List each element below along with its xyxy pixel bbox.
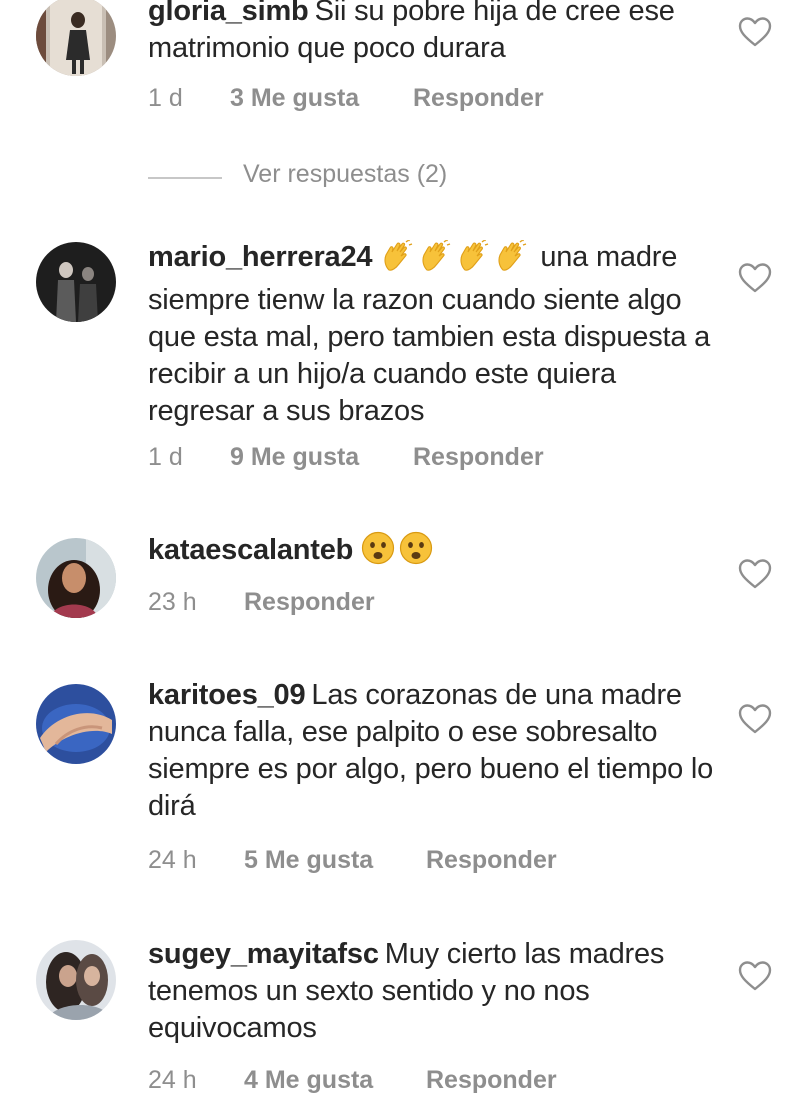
- comment-text-block: mario_herrera24 una madre siempre tienw l…: [148, 239, 728, 430]
- comment-text-block: sugey_mayitafsc Muy cierto las madres ten…: [148, 936, 728, 1047]
- comment-time: 1 d: [148, 443, 183, 471]
- clapping-hands-icon: [456, 240, 490, 272]
- comment-time: 23 h: [148, 588, 197, 616]
- reply-button[interactable]: Responder: [426, 846, 557, 875]
- comment-text-block: karitoes_09 Las corazonas de una madre nu…: [148, 677, 728, 825]
- reply-button[interactable]: Responder: [413, 84, 544, 113]
- avatar[interactable]: [36, 684, 116, 764]
- heart-icon[interactable]: [738, 558, 772, 590]
- clapping-hands-emoji: [380, 240, 532, 282]
- heart-icon[interactable]: [738, 960, 772, 992]
- comment-username[interactable]: karitoes_09: [148, 679, 306, 711]
- frowning-face-icon: [399, 531, 433, 565]
- frowning-face-icon: [361, 531, 395, 565]
- heart-icon[interactable]: [738, 16, 772, 48]
- comment-likes[interactable]: 3 Me gusta: [230, 84, 359, 113]
- divider: [148, 177, 222, 179]
- view-replies[interactable]: Ver respuestas (2): [148, 160, 548, 196]
- avatar[interactable]: [36, 940, 116, 1020]
- comment-username[interactable]: sugey_mayitafsc: [148, 938, 379, 970]
- clapping-hands-icon: [418, 240, 452, 272]
- comment-time: 24 h: [148, 846, 197, 874]
- reply-button[interactable]: Responder: [426, 1066, 557, 1095]
- view-replies-label[interactable]: Ver respuestas (2): [243, 160, 447, 189]
- clapping-hands-icon: [494, 240, 528, 272]
- reply-button[interactable]: Responder: [413, 443, 544, 472]
- avatar[interactable]: [36, 538, 116, 618]
- comment-username[interactable]: gloria_simb: [148, 0, 309, 27]
- heart-icon[interactable]: [738, 703, 772, 735]
- clapping-hands-icon: [380, 240, 414, 272]
- comment-likes[interactable]: 5 Me gusta: [244, 846, 373, 875]
- avatar[interactable]: [36, 242, 116, 322]
- avatar[interactable]: [36, 0, 116, 76]
- comment-likes[interactable]: 4 Me gusta: [244, 1066, 373, 1095]
- frowning-face-emoji: [361, 531, 437, 575]
- reply-button[interactable]: Responder: [244, 588, 375, 617]
- comment-text-block: kataescalanteb: [148, 531, 728, 575]
- comment-time: 24 h: [148, 1066, 197, 1094]
- comment-time: 1 d: [148, 84, 183, 112]
- comment-text-block: gloria_simb Sii su pobre hija de cree ese…: [148, 0, 728, 67]
- heart-icon[interactable]: [738, 262, 772, 294]
- comment-username[interactable]: kataescalanteb: [148, 534, 353, 566]
- comment-likes[interactable]: 9 Me gusta: [230, 443, 359, 472]
- comment-username[interactable]: mario_herrera24: [148, 241, 373, 273]
